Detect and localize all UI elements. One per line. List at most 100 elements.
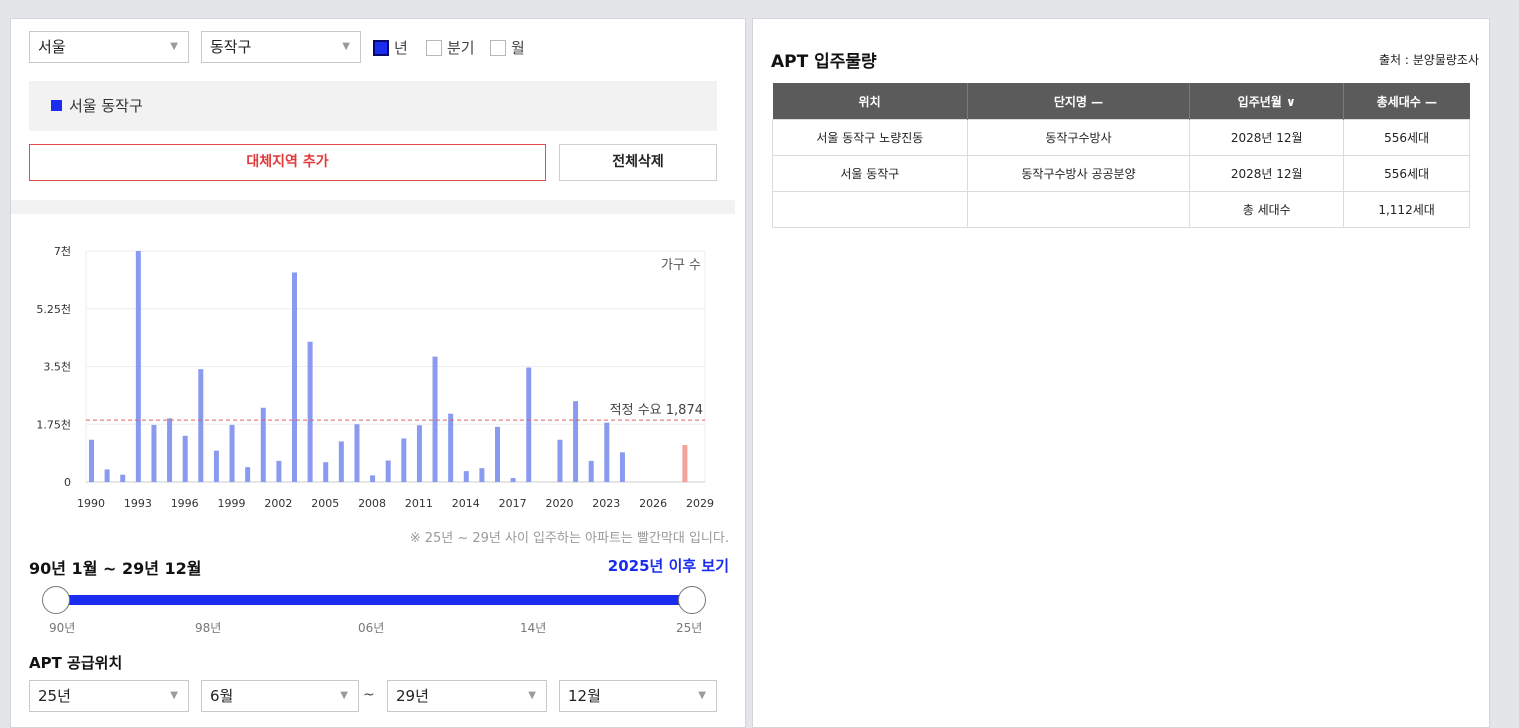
chevron-down-icon: ▼ bbox=[340, 690, 348, 701]
col-header-location: 위치 bbox=[772, 83, 968, 120]
add-region-button[interactable]: 대체지역 추가 bbox=[29, 144, 546, 181]
table-cell: 2028년 12월 bbox=[1189, 119, 1345, 156]
table-cell: 556세대 bbox=[1343, 155, 1470, 192]
chevron-down-icon: ▼ bbox=[698, 690, 706, 701]
to-month-value: 12월 bbox=[568, 687, 601, 705]
legend-square-icon bbox=[51, 100, 62, 111]
chart-bar bbox=[260, 407, 266, 482]
series-label: 가구 수 bbox=[661, 258, 701, 273]
x-tick-label: 2023 bbox=[592, 497, 620, 510]
slider-tick: 14년 bbox=[520, 621, 547, 635]
chevron-down-icon: ▼ bbox=[528, 690, 536, 701]
x-tick-label: 2026 bbox=[639, 497, 667, 510]
table-cell: 서울 동작구 bbox=[772, 155, 968, 192]
from-month-select[interactable]: 6월 ▼ bbox=[201, 680, 359, 712]
chart-bar bbox=[323, 462, 329, 482]
range-title: 90년 1월 ~ 29년 12월 bbox=[29, 559, 202, 578]
city-select-value: 서울 bbox=[38, 38, 66, 56]
after-2025-link[interactable]: 2025년 이후 보기 bbox=[608, 555, 729, 576]
range-slider-track[interactable] bbox=[55, 595, 693, 605]
x-tick-label: 2029 bbox=[686, 497, 714, 510]
chart-bar bbox=[354, 424, 360, 482]
col-header-movein-sort[interactable]: 입주년월 ∨ bbox=[1189, 83, 1345, 120]
slider-tick: 06년 bbox=[358, 621, 385, 635]
supply-location-title: APT 공급위치 bbox=[29, 654, 123, 672]
chart-bar bbox=[167, 418, 173, 482]
x-tick-label: 1993 bbox=[124, 497, 152, 510]
chart-bar bbox=[104, 469, 110, 482]
x-tick-label: 2014 bbox=[452, 497, 480, 510]
chart-note: ※ 25년 ~ 29년 사이 입주하는 아파트는 빨간막대 입니다. bbox=[409, 531, 729, 546]
city-select[interactable]: 서울 ▼ bbox=[29, 31, 189, 63]
table-cell: 총 세대수 bbox=[1189, 191, 1345, 228]
table-header-row: 위치 단지명 — 입주년월 ∨ 총세대수 — bbox=[772, 83, 1470, 120]
checkbox-checked-icon bbox=[373, 40, 389, 56]
period-year-label: 년 bbox=[394, 39, 408, 57]
to-year-select[interactable]: 29년 ▼ bbox=[387, 680, 547, 712]
y-tick-label: 7천 bbox=[54, 244, 71, 258]
table-cell bbox=[772, 191, 968, 228]
x-tick-label: 2020 bbox=[545, 497, 573, 510]
chart-bar bbox=[510, 478, 516, 482]
table-cell: 556세대 bbox=[1343, 119, 1470, 156]
chart-bar bbox=[307, 341, 313, 482]
selected-region-label: 서울 동작구 bbox=[69, 97, 143, 115]
table-row: 서울 동작구 동작구수방사 공공분양 2028년 12월 556세대 bbox=[772, 155, 1470, 192]
chart-bar bbox=[292, 272, 297, 482]
bar-chart: 0 1.75천 3.5천 5.25천 7천 1990 1993 1996 1999 2002 200… bbox=[36, 244, 714, 510]
range-end-handle[interactable] bbox=[678, 586, 706, 614]
divider bbox=[11, 200, 735, 214]
apt-table: 위치 단지명 — 입주년월 ∨ 총세대수 — 서울 동작구 노량진동 동작구수방… bbox=[772, 83, 1470, 228]
table-cell: 1,112세대 bbox=[1343, 191, 1470, 228]
chart-bar bbox=[682, 445, 688, 482]
col-header-households-sort[interactable]: 총세대수 — bbox=[1343, 83, 1470, 120]
range-start-handle[interactable] bbox=[42, 586, 70, 614]
period-quarter-checkbox[interactable]: 분기 bbox=[426, 39, 475, 57]
chart-bar bbox=[588, 460, 594, 482]
x-tick-label: 2002 bbox=[264, 497, 292, 510]
table-cell: 동작구수방사 공공분양 bbox=[966, 155, 1191, 192]
chevron-down-icon: ▼ bbox=[170, 41, 178, 52]
chart-bar bbox=[463, 471, 469, 482]
chart-bar bbox=[198, 369, 204, 482]
to-year-value: 29년 bbox=[396, 687, 429, 705]
x-tick-label: 2005 bbox=[311, 497, 339, 510]
chart-bar bbox=[573, 401, 579, 482]
x-tick-label: 2008 bbox=[358, 497, 386, 510]
table-cell: 서울 동작구 노량진동 bbox=[772, 119, 968, 156]
chart-bar bbox=[479, 468, 485, 482]
table-cell bbox=[966, 191, 1191, 228]
chart-bar bbox=[245, 467, 251, 482]
chart-bar bbox=[229, 424, 235, 482]
table-row: 서울 동작구 노량진동 동작구수방사 2028년 12월 556세대 bbox=[772, 119, 1470, 156]
checkbox-empty-icon bbox=[426, 40, 442, 56]
col-header-complex-sort[interactable]: 단지명 — bbox=[967, 83, 1191, 120]
slider-tick: 25년 bbox=[676, 621, 703, 635]
from-year-select[interactable]: 25년 ▼ bbox=[29, 680, 189, 712]
y-tick-label: 3.5천 bbox=[43, 360, 71, 374]
clear-all-button[interactable]: 전체삭제 bbox=[559, 144, 717, 181]
chart-bar bbox=[495, 426, 500, 482]
chart-bar bbox=[89, 439, 94, 482]
chart-bar bbox=[432, 356, 438, 482]
chart-bar bbox=[604, 422, 610, 482]
chart-bar bbox=[385, 460, 391, 482]
table-cell: 동작구수방사 bbox=[966, 119, 1191, 156]
reference-line-label: 적정 수요 1,874 bbox=[610, 403, 703, 418]
slider-tick: 98년 bbox=[195, 621, 222, 635]
y-tick-label: 1.75천 bbox=[36, 417, 71, 431]
selected-region-bar: 서울 동작구 bbox=[29, 81, 717, 131]
period-month-checkbox[interactable]: 월 bbox=[490, 39, 525, 57]
to-month-select[interactable]: 12월 ▼ bbox=[559, 680, 717, 712]
chart-panel: 서울 ▼ 동작구 ▼ 년 분기 월 서울 동작구 대체지역 추가 전체삭제 0 1… bbox=[10, 18, 746, 728]
y-tick-label: 0 bbox=[64, 476, 71, 489]
x-tick-label: 2011 bbox=[405, 497, 433, 510]
period-year-checkbox[interactable]: 년 bbox=[373, 39, 408, 57]
chart-bar bbox=[120, 474, 126, 482]
apt-move-in-panel: APT 입주물량 출처 : 분양물량조사 위치 단지명 — 입주년월 ∨ 총세대… bbox=[752, 18, 1490, 728]
chart-bar bbox=[135, 251, 141, 482]
chart-bar bbox=[401, 438, 407, 482]
apt-title: APT 입주물량 bbox=[771, 52, 877, 72]
chart-bar bbox=[182, 435, 188, 482]
district-select[interactable]: 동작구 ▼ bbox=[201, 31, 361, 63]
